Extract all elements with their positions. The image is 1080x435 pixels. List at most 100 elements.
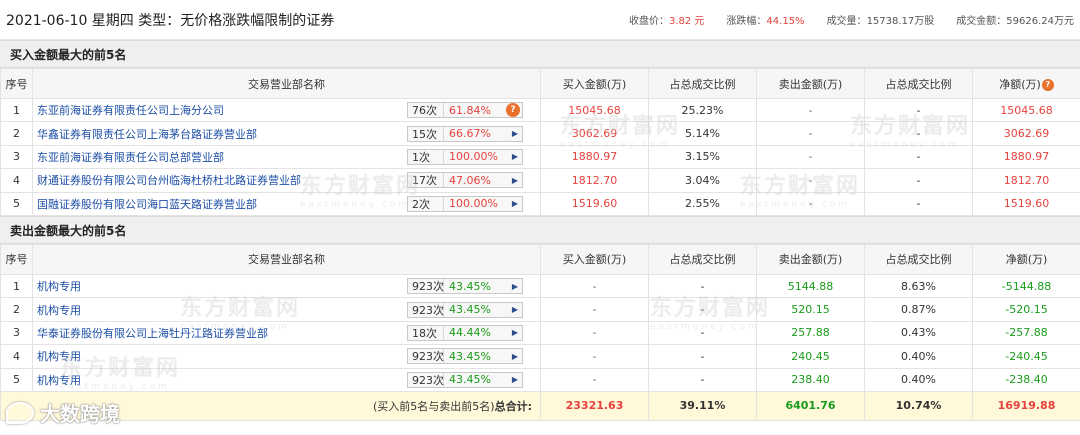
right-triangle-icon[interactable]: ▶	[508, 152, 522, 161]
sell-ratio: 0.40%	[864, 367, 973, 392]
rank-pct: 43.45%	[449, 279, 491, 293]
rank-stats-box[interactable]: 18次 44.44% ▶	[407, 324, 523, 341]
net-amount: 1812.70	[972, 168, 1080, 193]
sell-amount: -	[756, 191, 865, 216]
sell-table-header: 序号 交易营业部名称 买入金额(万) 占总成交比例 卖出金额(万) 占总成交比例…	[0, 243, 1080, 275]
amount: 成交金额：59626.24万元	[956, 12, 1074, 27]
rank-count: 923次	[408, 279, 444, 294]
question-icon[interactable]: ?	[506, 103, 520, 118]
row-index: 1	[0, 273, 33, 299]
row-index: 3	[0, 144, 33, 170]
buy-ratio: -	[648, 273, 757, 299]
buy-ratio: -	[648, 344, 757, 369]
broker-link[interactable]: 华泰证券股份有限公司上海牡丹江路证券营业部	[37, 325, 407, 341]
volume-value: 15738.17万股	[866, 16, 935, 27]
rank-count: 76次	[408, 103, 444, 118]
close-price-label: 收盘价：	[628, 16, 669, 27]
rank-pct: 100.00%	[449, 197, 498, 211]
net-amount: 3062.69	[972, 121, 1080, 146]
rank-count: 17次	[408, 173, 444, 188]
right-triangle-icon[interactable]: ▶	[508, 328, 522, 337]
broker-cell: 国融证券股份有限公司海口蓝天路证券营业部 2次 100.00% ▶	[32, 191, 541, 216]
col-buy-amount: 买入金额(万)	[540, 243, 649, 275]
rank-stats-box[interactable]: 76次 61.84%?	[407, 102, 523, 119]
col-buy-ratio: 占总成交比例	[648, 68, 757, 99]
sell-table-body: 1 机构专用 923次 43.45% ▶ - -5144.88 8.63% -5144.88 2 机…	[0, 273, 1080, 392]
buy-ratio: -	[648, 320, 757, 346]
sell-amount: -	[756, 97, 865, 123]
buy-amount: -	[540, 367, 649, 392]
buy-table-body: 1 东亚前海证券有限责任公司上海分公司 76次 61.84%? 15045.68 25.2…	[0, 97, 1080, 216]
broker-link[interactable]: 东亚前海证券有限责任公司总部营业部	[37, 149, 407, 165]
right-triangle-icon[interactable]: ▶	[508, 129, 522, 138]
row-index: 4	[0, 168, 33, 193]
sell-ratio: 0.43%	[864, 320, 973, 346]
right-triangle-icon[interactable]: ▶	[508, 352, 522, 361]
broker-link[interactable]: 国融证券股份有限公司海口蓝天路证券营业部	[37, 196, 407, 212]
rank-stats-box[interactable]: 923次 43.45% ▶	[407, 278, 523, 295]
row-index: 1	[0, 97, 33, 123]
rank-pct: 44.44%	[449, 326, 491, 340]
rank-stats-box[interactable]: 17次 47.06% ▶	[407, 172, 523, 189]
broker-cell: 机构专用 923次 43.45% ▶	[32, 273, 541, 299]
volume-label: 成交量：	[826, 16, 867, 27]
col-net: 净额(万)	[972, 243, 1080, 275]
close-price-value: 3.82 元	[668, 16, 705, 27]
close-price: 收盘价：3.82 元	[629, 12, 704, 27]
sell-amount: -	[756, 144, 865, 170]
volume: 成交量：15738.17万股	[827, 12, 935, 27]
buy-ratio: 3.15%	[648, 144, 757, 170]
rank-stats-box[interactable]: 2次 100.00% ▶	[407, 195, 523, 212]
total-sell-ratio: 10.74%	[864, 390, 973, 421]
rank-pct: 66.67%	[449, 127, 491, 141]
sell-amount: 238.40	[756, 367, 865, 392]
buy-amount: 3062.69	[540, 121, 649, 146]
buy-amount: 15045.68	[540, 97, 649, 123]
rank-stats-box[interactable]: 923次 43.45% ▶	[407, 301, 523, 318]
question-icon[interactable]: ?	[1041, 78, 1054, 91]
row-index: 5	[0, 367, 33, 392]
sell-table: 序号 交易营业部名称 买入金额(万) 占总成交比例 卖出金额(万) 占总成交比例…	[0, 243, 1080, 421]
buy-table-header: 序号 交易营业部名称 买入金额(万) 占总成交比例 卖出金额(万) 占总成交比例…	[0, 68, 1080, 99]
broker-link[interactable]: 机构专用	[37, 278, 407, 294]
row-index: 5	[0, 191, 33, 216]
right-triangle-icon[interactable]: ▶	[508, 282, 522, 291]
right-triangle-icon[interactable]: ▶	[508, 176, 522, 185]
sell-amount: 520.15	[756, 297, 865, 322]
sell-ratio: 0.87%	[864, 297, 973, 322]
broker-link[interactable]: 财通证券股份有限公司台州临海杜桥杜北路证券营业部	[37, 172, 407, 188]
right-triangle-icon[interactable]: ▶	[508, 199, 522, 208]
table-row: 5 机构专用 923次 43.45% ▶ - -238.40 0.40% -238.40	[0, 367, 1080, 392]
broker-link[interactable]: 东亚前海证券有限责任公司上海分公司	[37, 102, 407, 118]
broker-link[interactable]: 机构专用	[37, 302, 407, 318]
buy-ratio: 2.55%	[648, 191, 757, 216]
rank-pct: 43.45%	[449, 373, 491, 387]
buy-ratio: 5.14%	[648, 121, 757, 146]
right-triangle-icon[interactable]: ▶	[508, 375, 522, 384]
net-amount: 15045.68	[972, 97, 1080, 123]
broker-link[interactable]: 华鑫证券有限责任公司上海茅台路证券营业部	[37, 126, 407, 142]
speech-bubble-icon	[6, 401, 34, 424]
rank-count: 15次	[408, 126, 444, 141]
page-title: 2021-06-10 星期四 类型：无价格涨跌幅限制的证券	[6, 12, 335, 29]
broker-link[interactable]: 机构专用	[37, 372, 407, 388]
broker-cell: 华鑫证券有限责任公司上海茅台路证券营业部 15次 66.67% ▶	[32, 121, 541, 146]
rank-count: 923次	[408, 372, 444, 387]
buy-amount: -	[540, 273, 649, 299]
col-sell-amount: 卖出金额(万)	[756, 68, 865, 99]
rank-stats-box[interactable]: 1次 100.00% ▶	[407, 148, 523, 165]
amount-label: 成交金额：	[956, 16, 1007, 27]
right-triangle-icon[interactable]: ▶	[508, 305, 522, 314]
broker-cell: 机构专用 923次 43.45% ▶	[32, 344, 541, 369]
rank-stats-box[interactable]: 923次 43.45% ▶	[407, 348, 523, 365]
sell-ratio: -	[864, 121, 973, 146]
broker-link[interactable]: 机构专用	[37, 348, 407, 364]
sell-ratio: -	[864, 191, 973, 216]
row-index: 4	[0, 344, 33, 369]
col-sell-amount: 卖出金额(万)	[756, 243, 865, 275]
corner-brand: 大数跨境	[6, 398, 120, 427]
rank-stats-box[interactable]: 923次 43.45% ▶	[407, 371, 523, 388]
rank-stats-box[interactable]: 15次 66.67% ▶	[407, 125, 523, 142]
sell-ratio: -	[864, 144, 973, 170]
buy-amount: 1812.70	[540, 168, 649, 193]
